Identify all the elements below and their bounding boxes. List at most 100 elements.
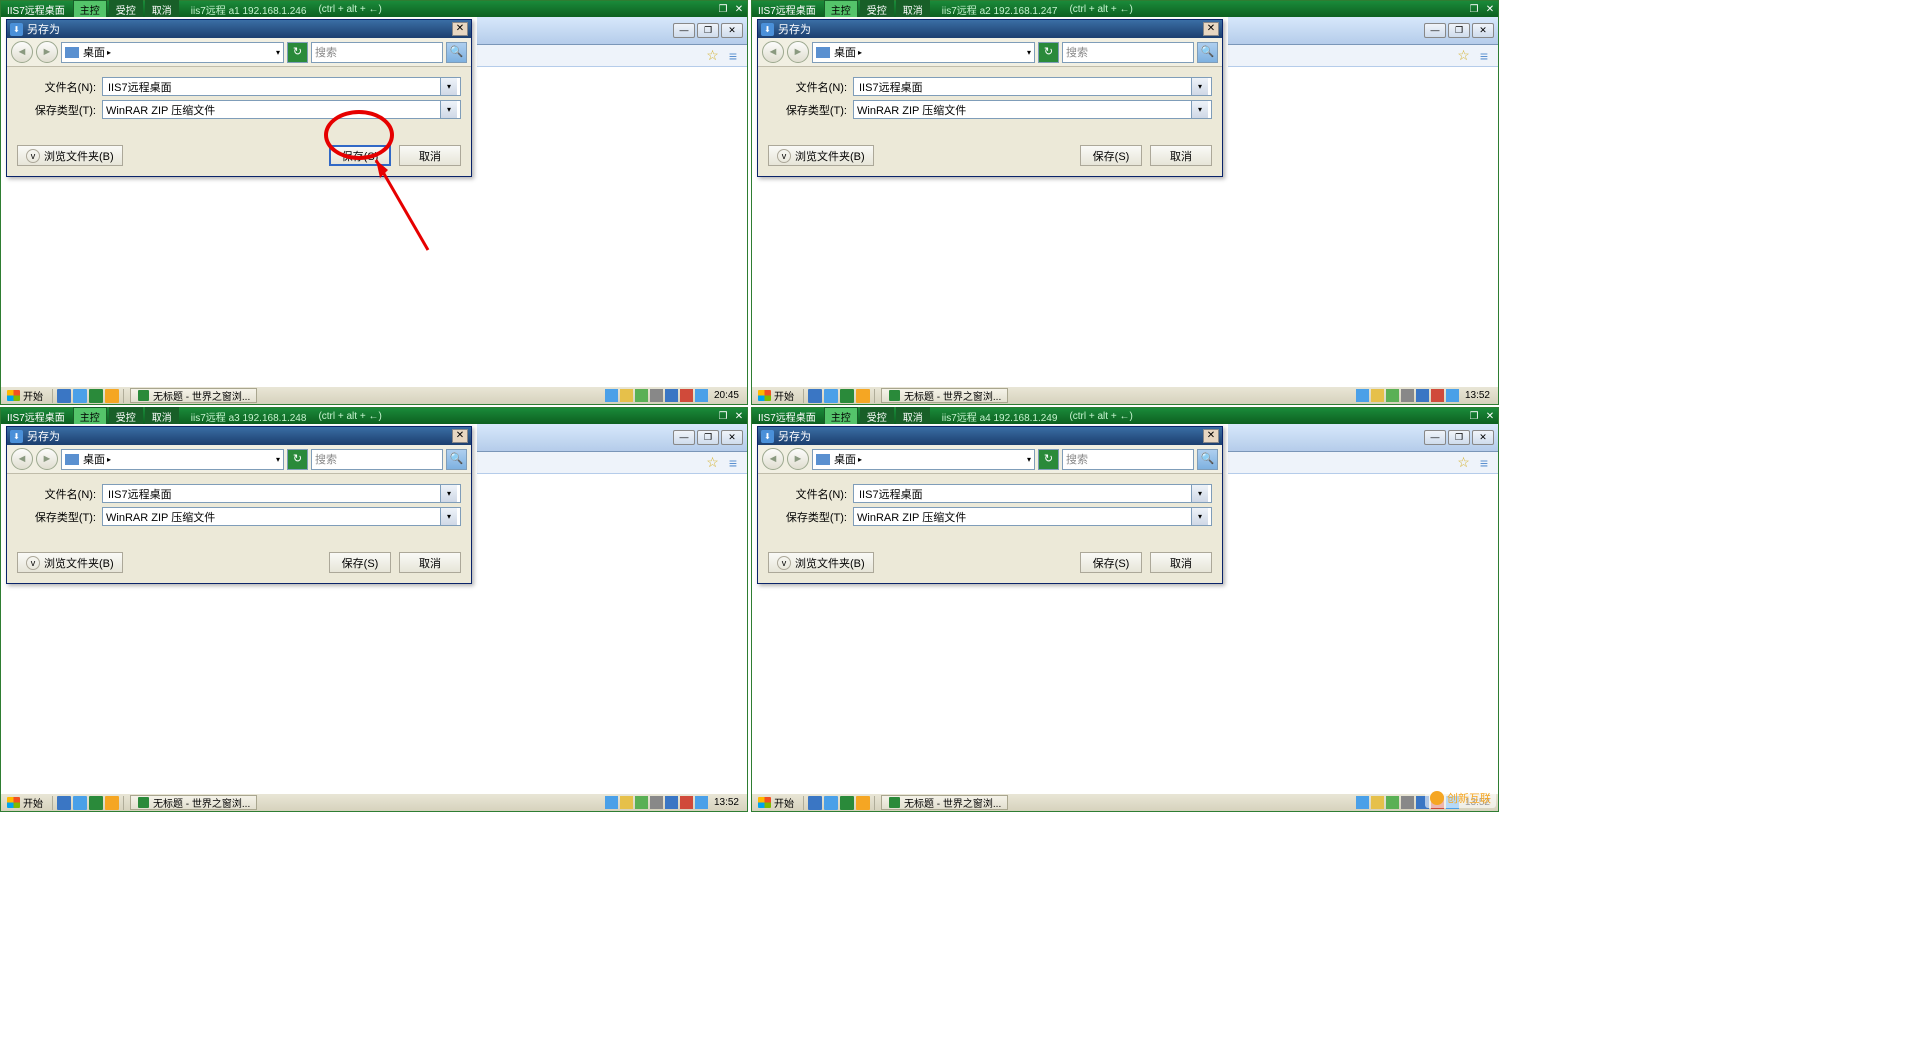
cancel-tab[interactable]: 取消 (145, 407, 179, 426)
quicklaunch-desktop-icon[interactable] (57, 389, 71, 403)
location-breadcrumb[interactable]: 桌面 ▸ ▾ (812, 449, 1035, 470)
nav-back-icon[interactable]: ◄ (762, 41, 784, 63)
filename-input[interactable]: IIS7远程桌面 ▾ (853, 484, 1212, 503)
sub-control-tab[interactable]: 受控 (109, 407, 143, 426)
browse-folders-button[interactable]: v 浏览文件夹(B) (768, 552, 874, 573)
filetype-select[interactable]: WinRAR ZIP 压缩文件 ▾ (102, 100, 461, 119)
bookmark-star-icon[interactable]: ☆ (1457, 47, 1470, 64)
quicklaunch-browser-icon[interactable] (89, 389, 103, 403)
tray-volume-icon[interactable] (1401, 389, 1414, 402)
nav-back-icon[interactable]: ◄ (11, 448, 33, 470)
browser-close-icon[interactable]: ✕ (1472, 430, 1494, 445)
remote-restore-icon[interactable]: ❐ (715, 4, 731, 15)
search-input[interactable]: 搜索 (311, 449, 443, 470)
browser-menu-icon[interactable]: ≡ (729, 48, 737, 64)
cancel-button[interactable]: 取消 (1150, 552, 1212, 573)
taskbar-browser-task[interactable]: 无标题 - 世界之窗浏... (130, 388, 257, 403)
dialog-titlebar[interactable]: ⬇ 另存为 ✕ (7, 427, 471, 445)
remote-close-icon[interactable]: ✕ (731, 4, 747, 15)
nav-back-icon[interactable]: ◄ (11, 41, 33, 63)
tray-ie-icon[interactable] (695, 389, 708, 402)
tray-ie-icon[interactable] (695, 796, 708, 809)
nav-forward-icon[interactable]: ► (36, 41, 58, 63)
breadcrumb-chevron-icon[interactable]: ▸ (858, 455, 862, 464)
main-control-tab[interactable]: 主控 (73, 0, 107, 19)
taskbar-clock[interactable]: 13:52 (1461, 390, 1494, 401)
search-input[interactable]: 搜索 (1062, 42, 1194, 63)
start-button[interactable]: 开始 (1, 387, 49, 404)
nav-forward-icon[interactable]: ► (787, 41, 809, 63)
browser-maximize-icon[interactable]: ❐ (1448, 23, 1470, 38)
tray-shield-icon[interactable] (620, 389, 633, 402)
cancel-button[interactable]: 取消 (1150, 145, 1212, 166)
taskbar-browser-task[interactable]: 无标题 - 世界之窗浏... (130, 795, 257, 810)
remote-close-icon[interactable]: ✕ (731, 411, 747, 422)
save-button[interactable]: 保存(S) (1080, 552, 1142, 573)
browser-menu-icon[interactable]: ≡ (1480, 455, 1488, 471)
search-icon[interactable]: 🔍 (1197, 42, 1218, 63)
dialog-titlebar[interactable]: ⬇ 另存为 ✕ (758, 20, 1222, 38)
quicklaunch-explorer-icon[interactable] (824, 796, 838, 810)
location-dropdown-icon[interactable]: ▾ (276, 48, 280, 57)
quicklaunch-app-icon[interactable] (105, 389, 119, 403)
quicklaunch-app-icon[interactable] (105, 796, 119, 810)
browser-minimize-icon[interactable]: — (673, 23, 695, 38)
filetype-select[interactable]: WinRAR ZIP 压缩文件 ▾ (853, 507, 1212, 526)
filename-dropdown-icon[interactable]: ▾ (440, 485, 457, 502)
dialog-titlebar[interactable]: ⬇ 另存为 ✕ (7, 20, 471, 38)
tray-network-icon[interactable] (1386, 389, 1399, 402)
start-button[interactable]: 开始 (752, 387, 800, 404)
filetype-dropdown-icon[interactable]: ▾ (1191, 101, 1208, 118)
browser-menu-icon[interactable]: ≡ (1480, 48, 1488, 64)
browser-menu-icon[interactable]: ≡ (729, 455, 737, 471)
filetype-dropdown-icon[interactable]: ▾ (440, 508, 457, 525)
dialog-close-icon[interactable]: ✕ (452, 22, 468, 36)
tray-volume-icon[interactable] (650, 389, 663, 402)
browser-close-icon[interactable]: ✕ (1472, 23, 1494, 38)
quicklaunch-explorer-icon[interactable] (73, 796, 87, 810)
quicklaunch-desktop-icon[interactable] (57, 796, 71, 810)
location-dropdown-icon[interactable]: ▾ (1027, 455, 1031, 464)
tray-info-icon[interactable] (1356, 796, 1369, 809)
location-breadcrumb[interactable]: 桌面 ▸ ▾ (61, 449, 284, 470)
remote-restore-icon[interactable]: ❐ (1466, 411, 1482, 422)
sub-control-tab[interactable]: 受控 (860, 407, 894, 426)
remote-restore-icon[interactable]: ❐ (1466, 4, 1482, 15)
breadcrumb-chevron-icon[interactable]: ▸ (107, 48, 111, 57)
tray-ie-icon[interactable] (1446, 389, 1459, 402)
filetype-dropdown-icon[interactable]: ▾ (440, 101, 457, 118)
quicklaunch-browser-icon[interactable] (89, 796, 103, 810)
taskbar-clock[interactable]: 20:45 (710, 390, 743, 401)
taskbar-browser-task[interactable]: 无标题 - 世界之窗浏... (881, 388, 1008, 403)
dialog-close-icon[interactable]: ✕ (1203, 429, 1219, 443)
start-button[interactable]: 开始 (752, 794, 800, 811)
browser-minimize-icon[interactable]: — (1424, 23, 1446, 38)
browser-close-icon[interactable]: ✕ (721, 23, 743, 38)
filetype-select[interactable]: WinRAR ZIP 压缩文件 ▾ (102, 507, 461, 526)
taskbar-clock[interactable]: 13:52 (710, 797, 743, 808)
tray-network-icon[interactable] (1386, 796, 1399, 809)
remote-close-icon[interactable]: ✕ (1482, 4, 1498, 15)
tray-shield-icon[interactable] (620, 796, 633, 809)
quicklaunch-desktop-icon[interactable] (808, 796, 822, 810)
dialog-close-icon[interactable]: ✕ (1203, 22, 1219, 36)
tray-app-icon[interactable] (1416, 389, 1429, 402)
search-input[interactable]: 搜索 (1062, 449, 1194, 470)
tray-shield-icon[interactable] (1371, 796, 1384, 809)
cancel-tab[interactable]: 取消 (896, 407, 930, 426)
browser-maximize-icon[interactable]: ❐ (697, 23, 719, 38)
browse-folders-button[interactable]: v 浏览文件夹(B) (17, 552, 123, 573)
remote-restore-icon[interactable]: ❐ (715, 411, 731, 422)
refresh-icon[interactable]: ↻ (287, 449, 308, 470)
sub-control-tab[interactable]: 受控 (109, 0, 143, 19)
breadcrumb-chevron-icon[interactable]: ▸ (858, 48, 862, 57)
cancel-tab[interactable]: 取消 (896, 0, 930, 19)
sub-control-tab[interactable]: 受控 (860, 0, 894, 19)
quicklaunch-app-icon[interactable] (856, 389, 870, 403)
search-icon[interactable]: 🔍 (446, 449, 467, 470)
cancel-button[interactable]: 取消 (399, 145, 461, 166)
browser-minimize-icon[interactable]: — (1424, 430, 1446, 445)
tray-info-icon[interactable] (1356, 389, 1369, 402)
tray-app-icon[interactable] (665, 389, 678, 402)
filename-dropdown-icon[interactable]: ▾ (1191, 485, 1208, 502)
